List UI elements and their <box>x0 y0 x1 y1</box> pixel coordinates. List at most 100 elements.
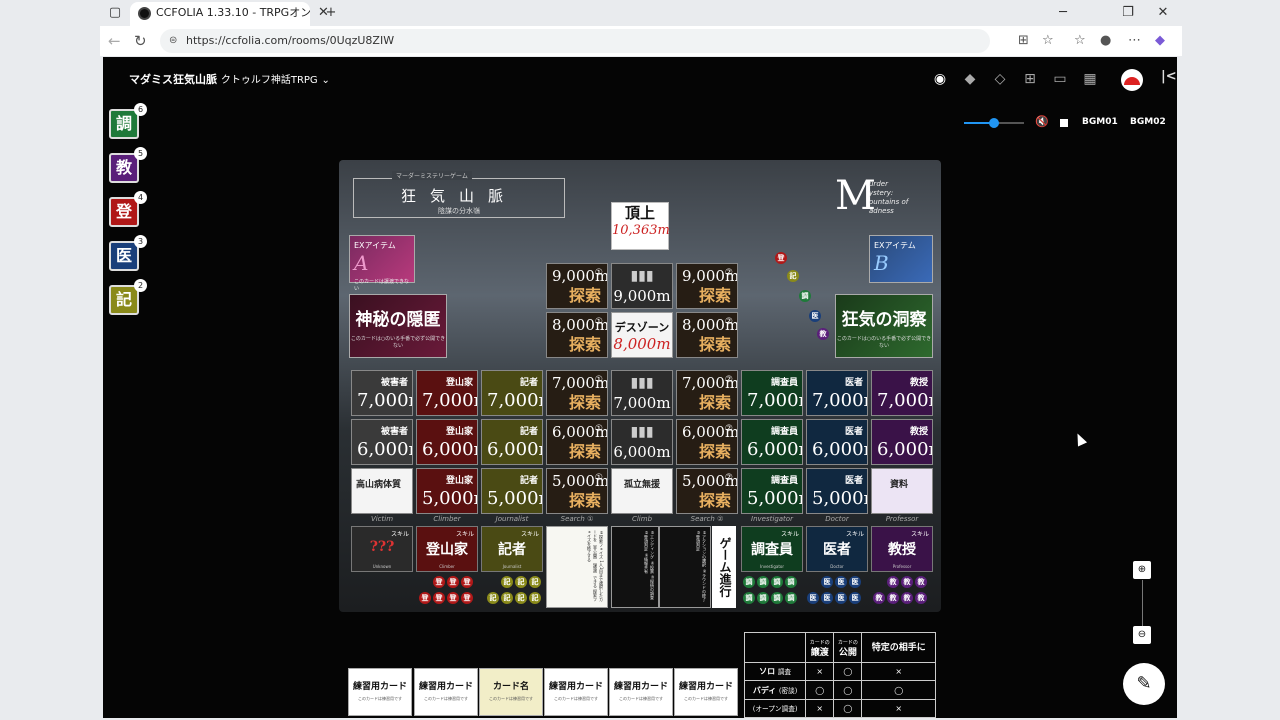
favorites-icon[interactable]: ☆ <box>1074 32 1086 50</box>
climber-token[interactable]: 登 <box>433 592 445 604</box>
secret-concealment-card[interactable]: 神秘の隠匿 このカードは○のいる手番で必ず公開できない <box>349 294 447 358</box>
practice-card[interactable]: 練習用カード このカードは練習用です <box>609 668 673 716</box>
journalist-token[interactable]: 記 <box>501 576 513 588</box>
investigator-token[interactable]: 調 <box>771 576 783 588</box>
bgm02-button[interactable]: BGM02 <box>1130 117 1166 127</box>
professor-token[interactable]: 教 <box>873 592 885 604</box>
doctor-token[interactable]: 医 <box>807 592 819 604</box>
climber-marker[interactable]: 登 <box>775 252 787 264</box>
practice-card[interactable]: 練習用カード このカードは練習用です <box>674 668 738 716</box>
skill-card-doctor[interactable]: スキル 医者 Doctor <box>806 526 868 572</box>
climb-card-7000[interactable]: ▮▮▮ 7,000m <box>611 370 673 416</box>
ex-item-b-card[interactable]: EXアイテムB <box>869 235 933 283</box>
search-card-8000-1[interactable]: 8,000m ① 探索 <box>546 312 608 358</box>
skill-card-unknown[interactable]: スキル??? Unknown <box>351 526 413 572</box>
journalist-marker[interactable]: 記 <box>787 270 799 282</box>
climber-token[interactable]: 登 <box>461 576 473 588</box>
journalist-card-6000[interactable]: 記者 6,000m <box>481 419 543 465</box>
professor-token[interactable]: 教 <box>901 576 913 588</box>
investigator-token[interactable]: 調 <box>757 592 769 604</box>
professor-card-7000[interactable]: 教授 7,000m <box>871 370 933 416</box>
journalist-card-5000[interactable]: 記者 5,000m <box>481 468 543 514</box>
practice-card[interactable]: 練習用カード このカードは練習用です <box>348 668 412 716</box>
layers-icon[interactable]: ◆ <box>960 69 980 89</box>
doctor-token[interactable]: 医 <box>821 592 833 604</box>
journalist-token[interactable]: 記 <box>487 592 499 604</box>
rules-card-search[interactable]: ①探索フェイズ 1人1回まで選択したカードを（非公開）（譲渡）できる 探索フェイ… <box>546 526 608 608</box>
screen-icon[interactable]: ▭ <box>1050 69 1070 89</box>
material-card[interactable]: 資料 <box>871 468 933 514</box>
doctor-token[interactable]: 医 <box>849 592 861 604</box>
climb-card-6000[interactable]: ▮▮▮ 6,000m <box>611 419 673 465</box>
investigator-card-6000[interactable]: 調査員 6,000m <box>741 419 803 465</box>
doctor-card-6000[interactable]: 医者 6,000m <box>806 419 868 465</box>
search-card-6000-2[interactable]: 6,000m ② 探索 <box>676 419 738 465</box>
climber-card-6000[interactable]: 登山家 6,000m <box>416 419 478 465</box>
search-card-9000-1[interactable]: 9,000m ① 探索 <box>546 263 608 309</box>
volume-slider-knob[interactable] <box>989 118 999 128</box>
search-card-8000-2[interactable]: 8,000m ② 探索 <box>676 312 738 358</box>
climb-card-9000[interactable]: ▮▮▮ 9,000m <box>611 263 673 309</box>
edit-pencil-icon[interactable]: ✎ <box>1123 663 1165 705</box>
skill-card-journalist[interactable]: スキル 記者 Journalist <box>481 526 543 572</box>
character-chip-professor[interactable]: 教 5 <box>109 147 147 183</box>
victim-card-7000[interactable]: 被害者 7,000m <box>351 370 413 416</box>
climber-card-5000[interactable]: 登山家 5,000m <box>416 468 478 514</box>
investigator-token[interactable]: 調 <box>785 592 797 604</box>
climber-token[interactable]: 登 <box>447 576 459 588</box>
investigator-token[interactable]: 調 <box>743 576 755 588</box>
character-chip-investigator[interactable]: 調 6 <box>109 103 147 139</box>
bgm01-button[interactable]: BGM01 <box>1082 117 1118 127</box>
game-board[interactable]: マーダーミステリーゲーム 狂気山脈 陰謀の分水嶺 M urder ystery:… <box>339 160 941 612</box>
ex-item-a-card[interactable]: EXアイテムA このカードは譲渡できない <box>349 235 415 292</box>
doctor-marker[interactable]: 医 <box>809 310 821 322</box>
search-card-7000-1[interactable]: 7,000m ① 探索 <box>546 370 608 416</box>
mute-icon[interactable]: 🔇 <box>1035 115 1049 128</box>
room-title[interactable]: マダミス狂気山脈 クトゥルフ神話TRPG ⌄ <box>129 71 330 87</box>
journalist-card-7000[interactable]: 記者 7,000m <box>481 370 543 416</box>
collapse-panel-icon[interactable]: |< <box>1161 69 1177 84</box>
investigator-token[interactable]: 調 <box>743 592 755 604</box>
character-chip-journalist[interactable]: 記 2 <box>109 279 147 315</box>
professor-token[interactable]: 教 <box>915 576 927 588</box>
summit-card[interactable]: 頂上 10,363m <box>611 202 670 250</box>
professor-token[interactable]: 教 <box>901 592 913 604</box>
more-menu-icon[interactable]: ⋯ <box>1128 32 1141 50</box>
rules-card-phases[interactable]: ⑤エンディング ④投票 ③探偵の調査 ②登頂判定 ①情報共有 <box>611 526 659 608</box>
site-info-icon[interactable]: ⊜ <box>169 29 177 53</box>
mad-insight-card[interactable]: 狂気の洞察 このカードは○のいる手番で必ず公開できない <box>835 294 933 358</box>
search-card-5000-1[interactable]: 5,000m ① 探索 <box>546 468 608 514</box>
profile-icon[interactable]: ● <box>1100 32 1111 50</box>
isolated-card[interactable]: 孤立無援 <box>611 468 673 514</box>
movie-icon[interactable]: ▦ <box>1080 69 1100 89</box>
climber-token[interactable]: 登 <box>433 576 445 588</box>
rules-card-actions[interactable]: ①アクションの選択 ②ラウンドの終了 ③登頂判定 <box>659 526 711 608</box>
stop-icon[interactable] <box>1060 119 1068 127</box>
journalist-token[interactable]: 記 <box>529 592 541 604</box>
journalist-token[interactable]: 記 <box>515 576 527 588</box>
doctor-token[interactable]: 医 <box>849 576 861 588</box>
reload-icon[interactable]: ↻ <box>134 31 147 51</box>
new-tab-button[interactable]: + <box>320 3 342 23</box>
climber-token[interactable]: 登 <box>461 592 473 604</box>
close-window-icon[interactable]: ✕ <box>1152 3 1174 23</box>
zoom-in-icon[interactable]: ⊕ <box>1133 561 1151 579</box>
search-card-9000-2[interactable]: 9,000m ② 探索 <box>676 263 738 309</box>
skill-card-climber[interactable]: スキル 登山家 Climber <box>416 526 478 572</box>
professor-card-6000[interactable]: 教授 6,000m <box>871 419 933 465</box>
character-chip-climber[interactable]: 登 4 <box>109 191 147 227</box>
investigator-marker[interactable]: 調 <box>799 290 811 302</box>
investigator-token[interactable]: 調 <box>785 576 797 588</box>
professor-token[interactable]: 教 <box>915 592 927 604</box>
professor-token[interactable]: 教 <box>887 592 899 604</box>
app-available-icon[interactable]: ⊞ <box>1018 32 1029 50</box>
minimize-icon[interactable]: ─ <box>1052 3 1074 23</box>
rules-table[interactable]: カードの 譲渡 カードの 公開 特定の相手に ソロ 調査 × ◯ × バディ (密談… <box>743 631 936 719</box>
doctor-card-5000[interactable]: 医者 5,000m <box>806 468 868 514</box>
deathzone-card[interactable]: デスゾーン 8,000m <box>611 312 673 358</box>
professor-token[interactable]: 教 <box>887 576 899 588</box>
victim-card-6000[interactable]: 被害者 6,000m <box>351 419 413 465</box>
zoom-out-icon[interactable]: ⊖ <box>1133 626 1151 644</box>
chevron-down-icon[interactable]: ⌄ <box>322 75 330 86</box>
browser-tab[interactable]: CCFOLIA 1.33.10 - TRPGオンラインセ <box>130 2 310 26</box>
